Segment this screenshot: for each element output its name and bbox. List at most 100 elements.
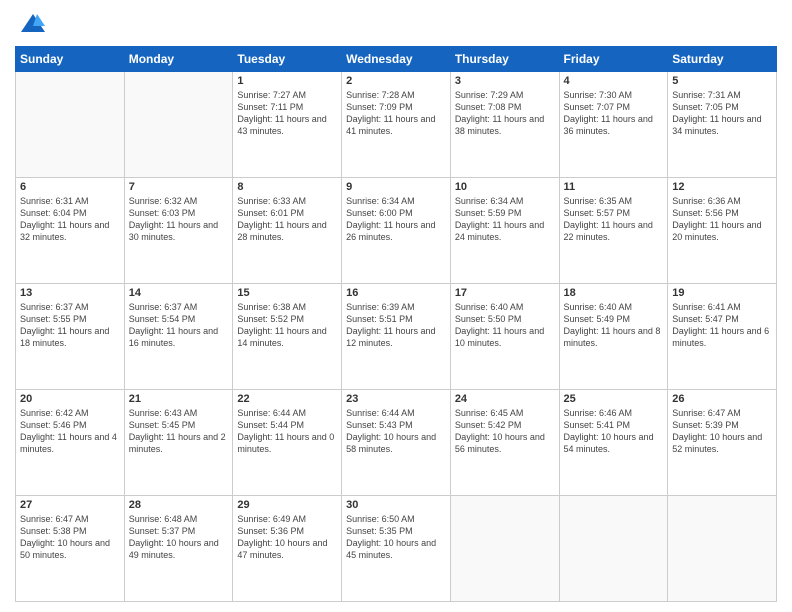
day-number: 23 — [346, 393, 446, 405]
day-number: 9 — [346, 181, 446, 193]
day-number: 15 — [237, 287, 337, 299]
day-number: 28 — [129, 499, 229, 511]
calendar-cell: 26 Sunrise: 6:47 AMSunset: 5:39 PMDayligh… — [668, 390, 777, 496]
day-info: Sunrise: 6:45 AMSunset: 5:42 PMDaylight:… — [455, 407, 555, 456]
day-number: 17 — [455, 287, 555, 299]
day-number: 4 — [564, 75, 664, 87]
day-number: 14 — [129, 287, 229, 299]
day-number: 18 — [564, 287, 664, 299]
day-number: 1 — [237, 75, 337, 87]
day-info: Sunrise: 6:37 AMSunset: 5:54 PMDaylight:… — [129, 301, 229, 350]
calendar-cell: 3Sunrise: 7:29 AMSunset: 7:08 PMDaylight… — [450, 72, 559, 178]
weekday-header: Friday — [559, 47, 668, 72]
day-info: Sunrise: 7:31 AMSunset: 7:05 PMDaylight:… — [672, 89, 772, 138]
day-info: Sunrise: 6:40 AMSunset: 5:49 PMDaylight:… — [564, 301, 664, 350]
calendar-cell: 5 Sunrise: 7:31 AMSunset: 7:05 PMDaylight… — [668, 72, 777, 178]
day-info: Sunrise: 6:46 AMSunset: 5:41 PMDaylight:… — [564, 407, 664, 456]
day-info: Sunrise: 6:39 AMSunset: 5:51 PMDaylight:… — [346, 301, 446, 350]
calendar-cell: 8 Sunrise: 6:33 AMSunset: 6:01 PMDaylight… — [233, 178, 342, 284]
day-number: 25 — [564, 393, 664, 405]
day-info: Sunrise: 6:44 AMSunset: 5:44 PMDaylight:… — [237, 407, 337, 456]
calendar-cell: 4 Sunrise: 7:30 AMSunset: 7:07 PMDaylight… — [559, 72, 668, 178]
calendar-cell: 28 Sunrise: 6:48 AMSunset: 5:37 PMDayligh… — [124, 496, 233, 602]
calendar-cell — [450, 496, 559, 602]
weekday-header: Sunday — [16, 47, 125, 72]
calendar-cell: 6 Sunrise: 6:31 AMSunset: 6:04 PMDaylight… — [16, 178, 125, 284]
day-number: 16 — [346, 287, 446, 299]
calendar-cell: 13Sunrise: 6:37 AMSunset: 5:55 PMDayligh… — [16, 284, 125, 390]
day-info: Sunrise: 6:34 AMSunset: 5:59 PMDaylight:… — [455, 195, 555, 244]
day-info: Sunrise: 7:27 AMSunset: 7:11 PMDaylight:… — [237, 89, 337, 138]
day-number: 20 — [20, 393, 120, 405]
calendar-cell: 12 Sunrise: 6:36 AMSunset: 5:56 PMDayligh… — [668, 178, 777, 284]
day-info: Sunrise: 6:49 AMSunset: 5:36 PMDaylight:… — [237, 513, 337, 562]
day-number: 3 — [455, 75, 555, 87]
day-number: 5 — [672, 75, 772, 87]
day-number: 10 — [455, 181, 555, 193]
calendar: SundayMondayTuesdayWednesdayThursdayFrid… — [15, 46, 777, 602]
day-number: 8 — [237, 181, 337, 193]
calendar-cell: 17 Sunrise: 6:40 AMSunset: 5:50 PMDayligh… — [450, 284, 559, 390]
day-number: 2 — [346, 75, 446, 87]
day-number: 21 — [129, 393, 229, 405]
logo-icon — [19, 10, 47, 38]
day-info: Sunrise: 7:30 AMSunset: 7:07 PMDaylight:… — [564, 89, 664, 138]
day-info: Sunrise: 6:37 AMSunset: 5:55 PMDaylight:… — [20, 301, 120, 350]
header — [15, 10, 777, 38]
calendar-cell: 11Sunrise: 6:35 AMSunset: 5:57 PMDayligh… — [559, 178, 668, 284]
weekday-header: Saturday — [668, 47, 777, 72]
day-info: Sunrise: 6:44 AMSunset: 5:43 PMDaylight:… — [346, 407, 446, 456]
day-info: Sunrise: 6:47 AMSunset: 5:38 PMDaylight:… — [20, 513, 120, 562]
calendar-cell: 10 Sunrise: 6:34 AMSunset: 5:59 PMDayligh… — [450, 178, 559, 284]
calendar-cell: 1 Sunrise: 7:27 AMSunset: 7:11 PMDaylight… — [233, 72, 342, 178]
calendar-week-row: 6 Sunrise: 6:31 AMSunset: 6:04 PMDaylight… — [16, 178, 777, 284]
calendar-cell — [668, 496, 777, 602]
day-number: 12 — [672, 181, 772, 193]
day-number: 19 — [672, 287, 772, 299]
weekday-header-row: SundayMondayTuesdayWednesdayThursdayFrid… — [16, 47, 777, 72]
weekday-header: Tuesday — [233, 47, 342, 72]
day-number: 6 — [20, 181, 120, 193]
calendar-cell — [559, 496, 668, 602]
day-info: Sunrise: 6:41 AMSunset: 5:47 PMDaylight:… — [672, 301, 772, 350]
calendar-cell: 9 Sunrise: 6:34 AMSunset: 6:00 PMDaylight… — [342, 178, 451, 284]
day-info: Sunrise: 6:31 AMSunset: 6:04 PMDaylight:… — [20, 195, 120, 244]
day-info: Sunrise: 7:28 AMSunset: 7:09 PMDaylight:… — [346, 89, 446, 138]
weekday-header: Thursday — [450, 47, 559, 72]
day-info: Sunrise: 6:47 AMSunset: 5:39 PMDaylight:… — [672, 407, 772, 456]
calendar-cell: 29 Sunrise: 6:49 AMSunset: 5:36 PMDayligh… — [233, 496, 342, 602]
day-info: Sunrise: 6:50 AMSunset: 5:35 PMDaylight:… — [346, 513, 446, 562]
calendar-cell: 15Sunrise: 6:38 AMSunset: 5:52 PMDayligh… — [233, 284, 342, 390]
calendar-cell: 20Sunrise: 6:42 AMSunset: 5:46 PMDayligh… — [16, 390, 125, 496]
calendar-cell: 18 Sunrise: 6:40 AMSunset: 5:49 PMDayligh… — [559, 284, 668, 390]
day-number: 24 — [455, 393, 555, 405]
calendar-cell — [16, 72, 125, 178]
calendar-cell: 24 Sunrise: 6:45 AMSunset: 5:42 PMDayligh… — [450, 390, 559, 496]
calendar-cell: 19 Sunrise: 6:41 AMSunset: 5:47 PMDayligh… — [668, 284, 777, 390]
day-info: Sunrise: 6:34 AMSunset: 6:00 PMDaylight:… — [346, 195, 446, 244]
calendar-week-row: 20Sunrise: 6:42 AMSunset: 5:46 PMDayligh… — [16, 390, 777, 496]
day-info: Sunrise: 6:33 AMSunset: 6:01 PMDaylight:… — [237, 195, 337, 244]
day-info: Sunrise: 6:35 AMSunset: 5:57 PMDaylight:… — [564, 195, 664, 244]
calendar-cell: 22 Sunrise: 6:44 AMSunset: 5:44 PMDayligh… — [233, 390, 342, 496]
day-number: 7 — [129, 181, 229, 193]
page: SundayMondayTuesdayWednesdayThursdayFrid… — [0, 0, 792, 612]
day-number: 22 — [237, 393, 337, 405]
calendar-cell: 14 Sunrise: 6:37 AMSunset: 5:54 PMDayligh… — [124, 284, 233, 390]
day-info: Sunrise: 6:48 AMSunset: 5:37 PMDaylight:… — [129, 513, 229, 562]
calendar-cell: 16 Sunrise: 6:39 AMSunset: 5:51 PMDayligh… — [342, 284, 451, 390]
calendar-week-row: 1 Sunrise: 7:27 AMSunset: 7:11 PMDaylight… — [16, 72, 777, 178]
day-number: 26 — [672, 393, 772, 405]
day-info: Sunrise: 6:32 AMSunset: 6:03 PMDaylight:… — [129, 195, 229, 244]
day-info: Sunrise: 6:36 AMSunset: 5:56 PMDaylight:… — [672, 195, 772, 244]
calendar-cell: 2 Sunrise: 7:28 AMSunset: 7:09 PMDaylight… — [342, 72, 451, 178]
calendar-week-row: 13Sunrise: 6:37 AMSunset: 5:55 PMDayligh… — [16, 284, 777, 390]
weekday-header: Monday — [124, 47, 233, 72]
day-number: 27 — [20, 499, 120, 511]
logo — [15, 10, 47, 38]
day-info: Sunrise: 6:43 AMSunset: 5:45 PMDaylight:… — [129, 407, 229, 456]
day-info: Sunrise: 6:40 AMSunset: 5:50 PMDaylight:… — [455, 301, 555, 350]
calendar-cell — [124, 72, 233, 178]
day-number: 29 — [237, 499, 337, 511]
calendar-week-row: 27 Sunrise: 6:47 AMSunset: 5:38 PMDayligh… — [16, 496, 777, 602]
